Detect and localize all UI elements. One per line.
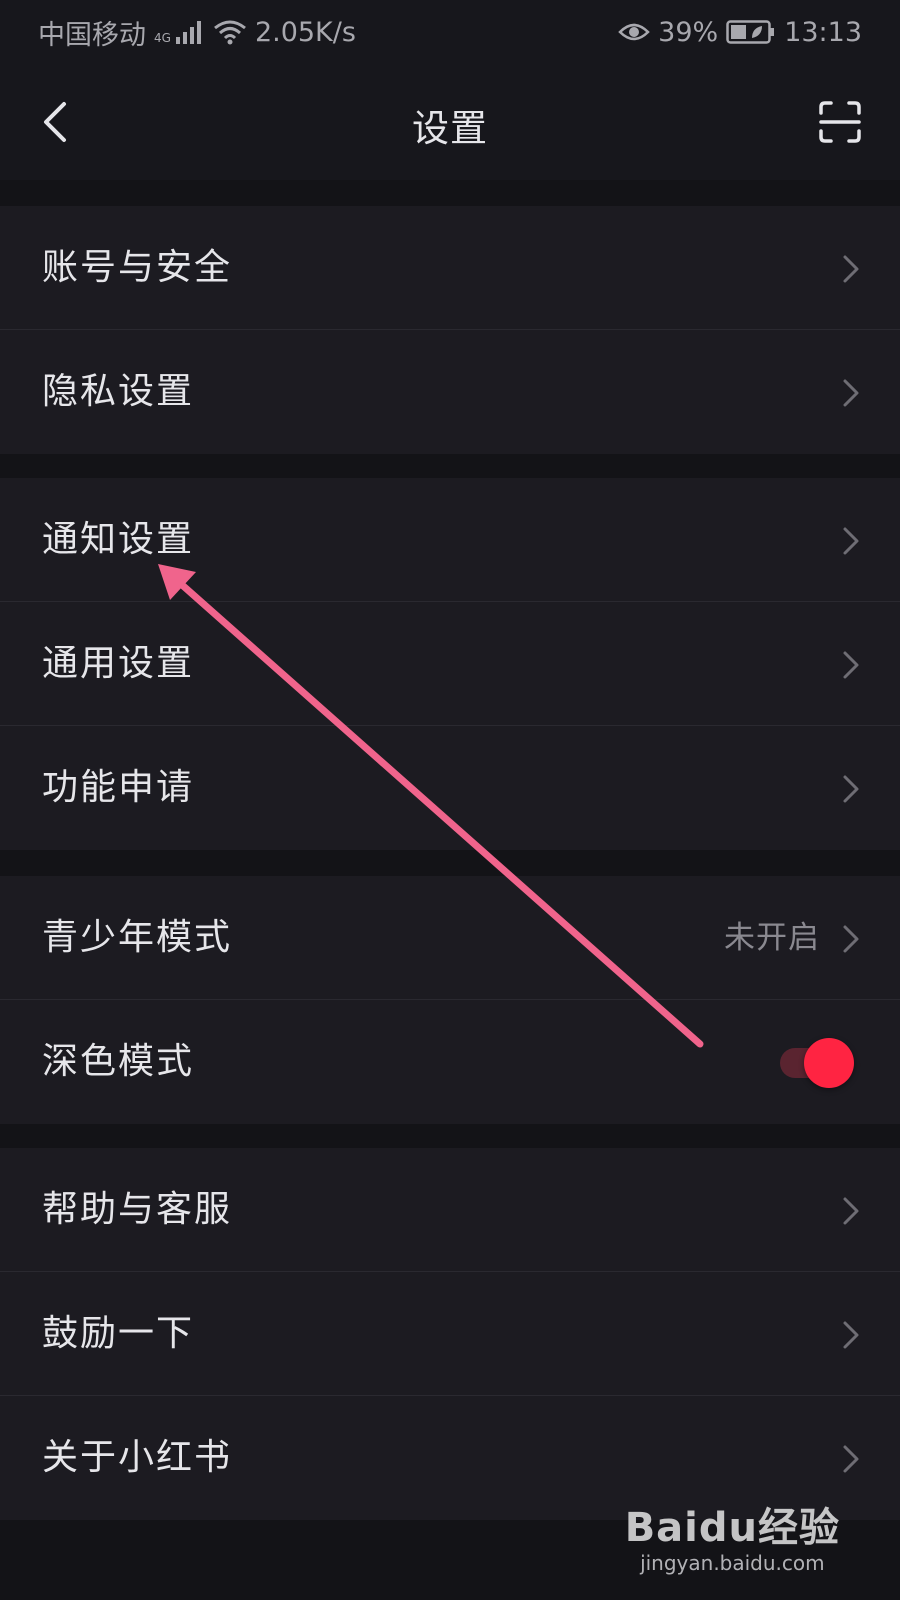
row-account-security[interactable]: 账号与安全 (0, 206, 900, 330)
chevron-right-icon (843, 925, 859, 953)
settings-group-help: 帮助与客服 鼓励一下 关于小红书 (0, 1148, 900, 1520)
chevron-right-icon (843, 775, 859, 803)
row-label: 鼓励一下 (42, 1313, 195, 1354)
row-feature-request[interactable]: 功能申请 (0, 726, 900, 850)
row-label: 功能申请 (42, 767, 195, 808)
teen-mode-status: 未开启 (724, 920, 820, 956)
carrier-name: 中国移动 (38, 19, 146, 51)
wifi-icon (214, 20, 246, 45)
row-privacy-settings[interactable]: 隐私设置 (0, 330, 900, 454)
status-left: 中国移动 4G 2.05K/s (38, 13, 356, 52)
watermark: Baidu经验 jingyan.baidu.com (625, 1506, 840, 1576)
row-label: 通知设置 (42, 519, 195, 560)
nav-bar: 设置 (0, 64, 900, 180)
row-notification-settings[interactable]: 通知设置 (0, 478, 900, 602)
chevron-right-icon (843, 527, 859, 555)
settings-group-general: 通知设置 通用设置 功能申请 (0, 478, 900, 850)
toggle-knob (804, 1038, 854, 1088)
row-label: 账号与安全 (42, 247, 233, 288)
page-title: 设置 (412, 107, 488, 150)
signal-icon (175, 21, 201, 44)
clock: 13:13 (784, 16, 862, 48)
network-speed: 2.05K/s (254, 16, 356, 48)
chevron-right-icon (843, 379, 859, 407)
settings-group-account: 账号与安全 隐私设置 (0, 206, 900, 454)
scan-icon (819, 101, 861, 143)
status-right: 39% 13:13 (618, 17, 862, 48)
network-type: 4G (154, 30, 171, 45)
watermark-logo: Baidu经验 (624, 1505, 840, 1551)
row-teen-mode[interactable]: 青少年模式 未开启 (0, 876, 900, 1000)
battery-icon (726, 20, 775, 44)
watermark-url: jingyan.baidu.com (640, 1551, 825, 1575)
status-bar: 中国移动 4G 2.05K/s 39% 13:13 (0, 0, 900, 64)
row-label: 通用设置 (42, 643, 195, 684)
chevron-right-icon (843, 651, 859, 679)
row-label: 关于小红书 (42, 1437, 233, 1478)
row-encourage[interactable]: 鼓励一下 (0, 1272, 900, 1396)
chevron-right-icon (843, 1445, 859, 1473)
row-label: 隐私设置 (42, 371, 195, 412)
settings-group-modes: 青少年模式 未开启 深色模式 (0, 876, 900, 1124)
row-label: 深色模式 (42, 1041, 195, 1082)
scan-button[interactable] (818, 100, 862, 144)
chevron-right-icon (843, 255, 859, 283)
row-general-settings[interactable]: 通用设置 (0, 602, 900, 726)
dark-mode-toggle[interactable] (776, 1038, 856, 1088)
eye-icon (618, 23, 650, 41)
chevron-right-icon (843, 1197, 859, 1225)
chevron-right-icon (843, 1321, 859, 1349)
row-about[interactable]: 关于小红书 (0, 1396, 900, 1520)
row-help-support[interactable]: 帮助与客服 (0, 1148, 900, 1272)
row-dark-mode: 深色模式 (0, 1000, 900, 1124)
row-label: 青少年模式 (42, 917, 233, 958)
row-label: 帮助与客服 (42, 1189, 233, 1230)
battery-percent: 39% (658, 16, 719, 48)
